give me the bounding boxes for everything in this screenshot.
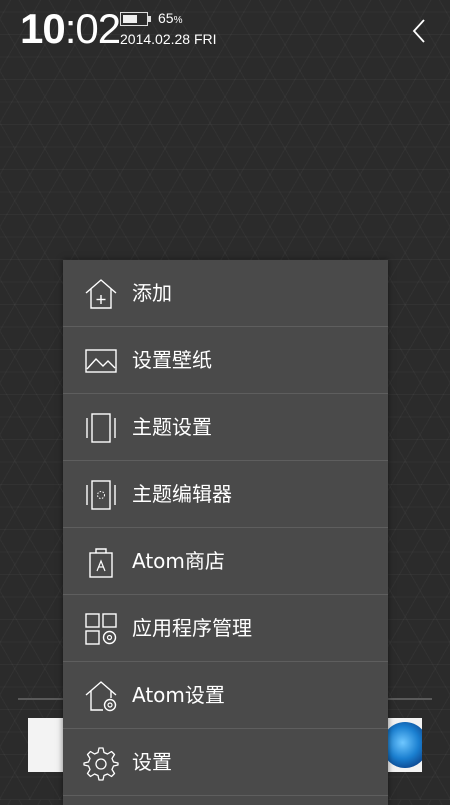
clock-hour: 10 xyxy=(20,5,66,52)
menu-item-label: 添加 xyxy=(132,281,172,305)
clock: 10:02 xyxy=(20,5,121,52)
clock-minute: 02 xyxy=(75,5,121,52)
battery-percent-unit: % xyxy=(173,15,183,26)
menu-item-label: Atom商店 xyxy=(132,549,225,573)
menu-item-theme-editor[interactable]: 主题编辑器 xyxy=(63,461,388,528)
clock-separator: : xyxy=(64,5,77,52)
menu-item-label: 主题设置 xyxy=(132,415,212,439)
menu-item-settings[interactable]: 设置 xyxy=(63,729,388,796)
home-settings-icon xyxy=(85,681,117,712)
menu-item-app-manager[interactable]: 应用程序管理 xyxy=(63,595,388,662)
store-bag-icon xyxy=(89,548,113,578)
menu-item-atom-settings[interactable]: Atom设置 xyxy=(63,662,388,729)
date-display: 2014.02.28 FRI xyxy=(120,31,217,47)
menu-item-add[interactable]: 添加 xyxy=(63,260,388,327)
status-bar: 10:02 65% 2014.02.28 FRI xyxy=(0,0,450,60)
menu-item-label: 应用程序管理 xyxy=(132,616,252,640)
theme-icon xyxy=(86,413,116,443)
battery-icon xyxy=(120,12,151,26)
menu-item-theme-settings[interactable]: 主题设置 xyxy=(63,394,388,461)
weekday-text: FRI xyxy=(193,31,217,47)
context-menu: 添加 设置壁纸 主题设置 主题编辑器 Atom商店 应用程序管理 Atom设置 … xyxy=(63,260,388,805)
menu-item-set-wallpaper[interactable]: 设置壁纸 xyxy=(63,327,388,394)
home-add-icon xyxy=(85,279,117,309)
globe-icon xyxy=(382,722,422,768)
gear-icon xyxy=(83,747,119,781)
menu-item-label: 设置 xyxy=(132,750,172,774)
menu-item-label: Atom设置 xyxy=(132,683,225,707)
dock-app-right[interactable] xyxy=(382,718,422,772)
menu-item-atom-store[interactable]: Atom商店 xyxy=(63,528,388,595)
menu-item-label: 设置壁纸 xyxy=(132,348,212,372)
battery-fill xyxy=(123,15,138,23)
app-manage-icon xyxy=(85,613,117,645)
battery-percent-value: 65 xyxy=(158,10,174,26)
theme-editor-icon xyxy=(86,480,116,510)
wallpaper-icon xyxy=(85,349,117,373)
battery-percent: 65% xyxy=(158,10,182,26)
date-text: 2014.02.28 xyxy=(120,31,191,47)
back-chevron-icon[interactable] xyxy=(408,18,432,44)
menu-item-label: 主题编辑器 xyxy=(132,482,232,506)
